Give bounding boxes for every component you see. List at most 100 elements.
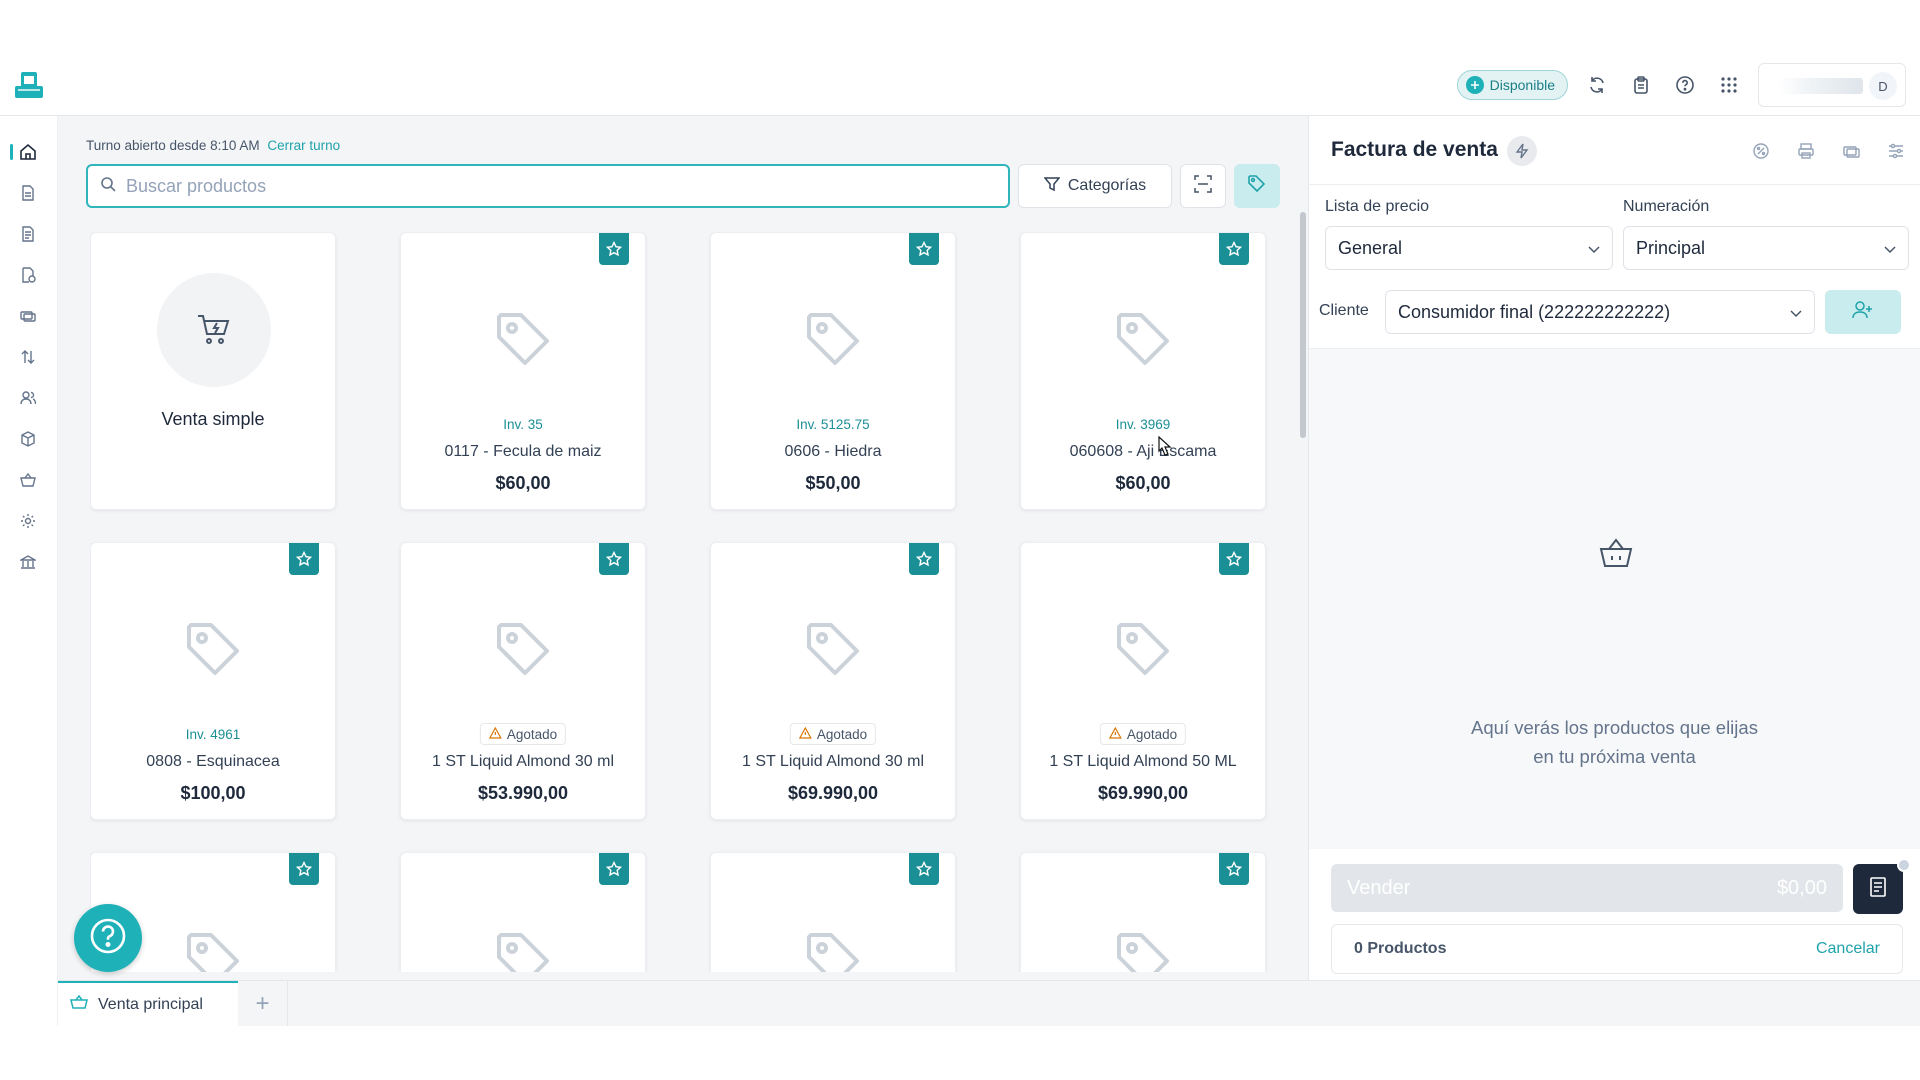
user-menu[interactable]: D: [1758, 63, 1906, 107]
top-strip: [0, 0, 1920, 54]
numbering-select[interactable]: Principal: [1623, 226, 1909, 270]
sync-icon[interactable]: [1582, 70, 1612, 100]
tags-icon: [1247, 174, 1267, 199]
tag-placeholder-icon: [801, 617, 865, 686]
bank-icon[interactable]: [14, 548, 42, 576]
notification-dot: [1897, 858, 1911, 872]
client-select[interactable]: Consumidor final (222222222222): [1385, 290, 1815, 334]
categories-button[interactable]: Categorías: [1018, 164, 1172, 208]
product-card[interactable]: [1020, 852, 1266, 972]
basket-icon: [70, 994, 88, 1015]
favorite-star-icon[interactable]: [909, 853, 939, 885]
home-icon[interactable]: [10, 138, 42, 166]
favorite-star-icon[interactable]: [289, 853, 319, 885]
app-header: Disponible D: [0, 54, 1920, 116]
apps-grid-icon[interactable]: [1714, 70, 1744, 100]
product-grid: Venta simple Inv. 35 0117 - Fecula de ma…: [90, 232, 1276, 972]
help-button[interactable]: [74, 904, 142, 972]
favorite-star-icon[interactable]: [599, 233, 629, 265]
favorite-star-icon[interactable]: [1219, 233, 1249, 265]
product-price: $100,00: [180, 783, 246, 803]
users-icon[interactable]: [14, 384, 42, 412]
add-tab-button[interactable]: +: [238, 981, 288, 1026]
client-value: Consumidor final (222222222222): [1398, 301, 1671, 322]
invoice-panel: Factura de venta Lista de precio General…: [1308, 116, 1920, 980]
tag-placeholder-icon: [1111, 617, 1175, 686]
favorite-star-icon[interactable]: [599, 543, 629, 575]
favorite-star-icon[interactable]: [289, 543, 319, 575]
product-card[interactable]: Agotado 1 ST Liquid Almond 30 ml $69.990…: [710, 542, 956, 820]
favorite-star-icon[interactable]: [1219, 853, 1249, 885]
product-price: $53.990,00: [477, 783, 569, 803]
product-scrollbar[interactable]: [1300, 212, 1306, 438]
print-icon[interactable]: [1791, 136, 1820, 165]
box-icon[interactable]: [14, 425, 42, 453]
receipt-button[interactable]: [1853, 864, 1903, 914]
empty-line-2: en tu próxima venta: [1533, 746, 1696, 767]
product-card[interactable]: [400, 852, 646, 972]
document-lines-icon[interactable]: [14, 220, 42, 248]
cart-bolt-icon: [157, 273, 271, 387]
receipt-icon: [1868, 876, 1888, 903]
clipboard-icon[interactable]: [1626, 70, 1656, 100]
status-badge[interactable]: Disponible: [1456, 70, 1568, 100]
categories-label: Categorías: [1067, 177, 1147, 194]
product-card[interactable]: Inv. 4961 0808 - Esquinacea $100,00: [90, 542, 336, 820]
product-name: 1 ST Liquid Almond 30 ml: [741, 753, 925, 770]
cart-empty-state: Aquí verás los productos que elijas en t…: [1309, 349, 1920, 849]
warning-icon: [798, 726, 812, 742]
close-shift-link[interactable]: Cerrar turno: [267, 138, 340, 153]
bolt-icon[interactable]: [1507, 136, 1537, 166]
cash-icon[interactable]: [1836, 136, 1865, 165]
document-clock-icon[interactable]: [14, 261, 42, 289]
inventory-count: Inv. 35: [503, 417, 543, 432]
favorite-star-icon[interactable]: [909, 233, 939, 265]
basket-icon[interactable]: [14, 466, 42, 494]
search-field[interactable]: [86, 164, 1010, 208]
sell-label: Vender: [1347, 876, 1411, 899]
tag-placeholder-icon: [1111, 927, 1175, 972]
empty-message: Aquí verás los productos que elijas en t…: [1309, 713, 1920, 771]
favorite-star-icon[interactable]: [599, 853, 629, 885]
tab-venta-principal[interactable]: Venta principal: [58, 981, 238, 1026]
price-tags-button[interactable]: [1234, 164, 1280, 208]
discount-icon[interactable]: [1746, 136, 1775, 165]
scan-button[interactable]: [1180, 164, 1226, 208]
mouse-cursor-icon: [1156, 435, 1174, 463]
product-card[interactable]: Agotado 1 ST Liquid Almond 50 ML $69.990…: [1020, 542, 1266, 820]
product-card[interactable]: Inv. 35 0117 - Fecula de maiz $60,00: [400, 232, 646, 510]
search-input[interactable]: [126, 175, 986, 197]
out-of-stock-badge: Agotado: [479, 723, 567, 745]
simple-sale-label: Venta simple: [161, 409, 265, 429]
product-card[interactable]: Inv. 3969 060608 - Aji Escama $60,00: [1020, 232, 1266, 510]
tab-label: Venta principal: [98, 995, 203, 1013]
cancel-link[interactable]: Cancelar: [1816, 940, 1880, 958]
price-list-select[interactable]: General: [1325, 226, 1613, 270]
favorite-star-icon[interactable]: [1219, 543, 1249, 575]
money-icon[interactable]: [14, 302, 42, 330]
simple-sale-card[interactable]: Venta simple: [90, 232, 336, 510]
sell-total: $0,00: [1776, 876, 1827, 899]
inventory-count: Inv. 3969: [1115, 417, 1171, 432]
out-of-stock-label: Agotado: [506, 726, 558, 742]
document-icon[interactable]: [14, 179, 42, 207]
empty-line-1: Aquí verás los productos que elijas: [1471, 717, 1758, 738]
product-card[interactable]: Agotado 1 ST Liquid Almond 30 ml $53.990…: [400, 542, 646, 820]
transfer-arrows-icon[interactable]: [14, 343, 42, 371]
product-card[interactable]: Inv. 5125.75 0606 - Hiedra $50,00: [710, 232, 956, 510]
sell-button[interactable]: Vender $0,00: [1331, 864, 1843, 912]
settings-icon[interactable]: [14, 507, 42, 535]
product-name: 0117 - Fecula de maiz: [444, 443, 602, 460]
favorite-star-icon[interactable]: [909, 543, 939, 575]
store-logo-icon[interactable]: [12, 68, 46, 102]
help-circle-icon[interactable]: [1670, 70, 1700, 100]
product-card[interactable]: [710, 852, 956, 972]
tag-placeholder-icon: [801, 927, 865, 972]
out-of-stock-label: Agotado: [1126, 726, 1178, 742]
out-of-stock-label: Agotado: [816, 726, 868, 742]
add-client-button[interactable]: [1825, 290, 1901, 334]
sidebar: [0, 116, 58, 1028]
tag-placeholder-icon: [491, 307, 555, 376]
tag-placeholder-icon: [181, 617, 245, 686]
sliders-icon[interactable]: [1881, 136, 1910, 165]
